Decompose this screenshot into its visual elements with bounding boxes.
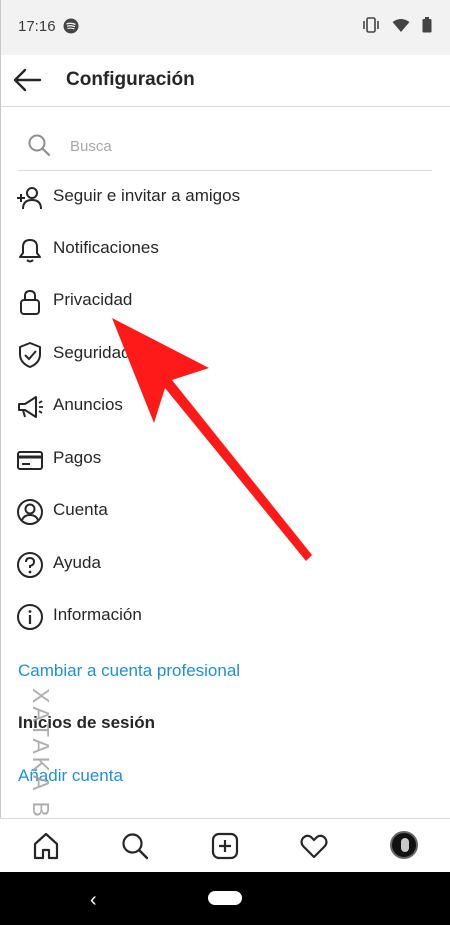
bottom-tab-bar [0, 818, 450, 872]
home-icon[interactable] [31, 831, 61, 861]
new-post-icon[interactable] [210, 831, 240, 861]
system-home-pill[interactable] [208, 891, 242, 905]
search-icon[interactable] [120, 831, 150, 861]
red-arrow-annotation [112, 318, 312, 561]
system-nav-bar: ‹ [0, 872, 450, 925]
system-back-icon[interactable]: ‹ [90, 889, 97, 912]
profile-avatar[interactable] [390, 831, 420, 861]
avatar [390, 831, 418, 859]
activity-heart-icon[interactable] [299, 831, 329, 861]
